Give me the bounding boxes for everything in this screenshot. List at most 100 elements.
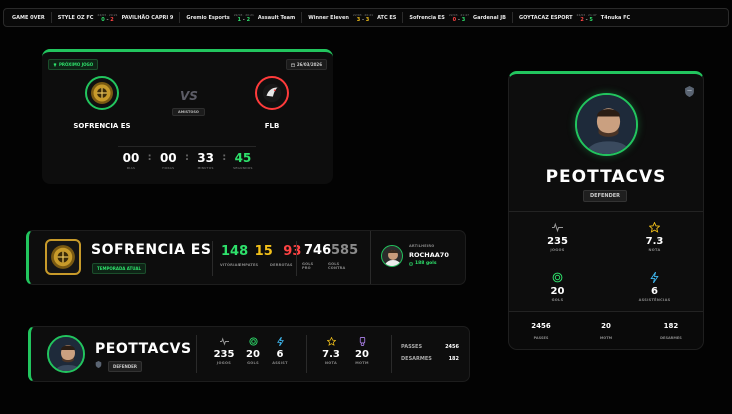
ticker-item[interactable]: Winner Eleven 22/03 · 20:21 3 - 3 ATC ES bbox=[308, 13, 396, 23]
ticker-item[interactable]: STYLE OZ FC 22/03 · 20:21 0 - 2 PAVILHÃO… bbox=[58, 13, 174, 23]
ticker-score-block: 22/03 · 21:47 0 - 3 bbox=[448, 12, 469, 23]
home-team-crest[interactable] bbox=[85, 76, 119, 110]
ticker-item[interactable]: GOYTACAZ ESPORT 22/03 · 21:47 2 - 5 T4nu… bbox=[519, 13, 630, 23]
ticker-home: Gremio Esports bbox=[186, 14, 230, 21]
stat-label: DESARMES bbox=[660, 336, 682, 340]
profile-stat-goals: 20 GOLS bbox=[509, 262, 606, 312]
next-match-card[interactable]: PRÓXIMO JOGO 26/03/2026 SOFRENCIA ES VS … bbox=[42, 49, 333, 184]
wins-label: VITÓRIAS bbox=[220, 263, 241, 267]
player-profile-card[interactable]: PEOTTACVS DEFENDER 235 JOGOS 7.3 NOTA 20… bbox=[508, 71, 704, 350]
stat-assists: 6 ASSIST bbox=[267, 337, 293, 365]
stat-label: ASSISTÊNCIAS bbox=[638, 298, 671, 302]
countdown-label: SEGUNDOS bbox=[233, 166, 253, 170]
ticker-score-block: 22/03 · 20:21 1 - 2 bbox=[233, 12, 254, 23]
wins-value: 148 bbox=[221, 244, 249, 259]
player-summary-bar[interactable]: PEOTTACVS DEFENDER 235 JOGOS 20 GOLS 6 A… bbox=[28, 326, 470, 382]
profile-avatar[interactable] bbox=[575, 93, 638, 156]
match-date-chip: 26/03/2026 bbox=[285, 59, 327, 70]
player-avatar-icon bbox=[49, 337, 83, 371]
activity-icon bbox=[219, 337, 229, 346]
ticker-item[interactable]: Gremio Esports 22/03 · 20:21 1 - 2 Assau… bbox=[186, 13, 295, 23]
passes-row: PASSES 2456 bbox=[401, 344, 459, 350]
stat-value: 7.3 bbox=[645, 236, 664, 247]
player-avatar[interactable] bbox=[47, 335, 85, 373]
medal-icon bbox=[359, 337, 365, 346]
top-scorer-avatar[interactable] bbox=[381, 245, 403, 267]
countdown-separator: : bbox=[184, 152, 189, 163]
stat-rating: 7.3 NOTA bbox=[318, 337, 344, 365]
versus-label: VS bbox=[180, 89, 198, 103]
stat-games: 235 JOGOS bbox=[211, 337, 237, 365]
goals-for-label: GOLS PRÓ bbox=[302, 262, 314, 270]
countdown-label: HORAS bbox=[162, 166, 175, 170]
profile-stats-grid: 235 JOGOS 7.3 NOTA 20 GOLS 6 ASSISTÊNCIA… bbox=[509, 211, 703, 311]
profile-stat-motm: 20 MOTM bbox=[574, 322, 638, 340]
stat-label: JOGOS bbox=[216, 361, 232, 365]
stat-label: MOTM bbox=[599, 336, 613, 340]
ticker-item[interactable]: Sofrencia ES 22/03 · 21:47 0 - 3 Gardena… bbox=[409, 13, 506, 23]
ticker-home: GAME 0VER bbox=[12, 14, 45, 21]
lightning-icon bbox=[650, 272, 659, 283]
tackles-row: DESARMES 182 bbox=[401, 356, 459, 362]
stat-label: ASSIST bbox=[272, 361, 288, 365]
divider bbox=[402, 12, 404, 23]
passes-label: PASSES bbox=[401, 344, 423, 350]
stat-value: 20 bbox=[246, 349, 260, 360]
profile-stat-passes: 2456 PASSES bbox=[509, 322, 573, 340]
ticker-score-block: 22/03 · 21:47 2 - 5 bbox=[576, 12, 597, 23]
player-avatar-icon bbox=[384, 250, 402, 266]
stat-motm: 20 MOTM bbox=[349, 337, 375, 365]
target-icon bbox=[552, 272, 563, 283]
profile-stat-tackles: 182 DESARMES bbox=[639, 322, 703, 340]
divider bbox=[511, 12, 513, 23]
ticker-score-home: 1 bbox=[237, 16, 242, 23]
away-team-crest[interactable] bbox=[255, 76, 289, 110]
ticker-score-home: 2 bbox=[580, 16, 584, 23]
star-icon bbox=[326, 337, 336, 346]
stat-label: JOGOS bbox=[550, 248, 565, 252]
countdown-value: 00 bbox=[122, 151, 140, 165]
ticker-away: PAVILHÃO CAPRI 9 bbox=[121, 14, 174, 21]
club-crest-icon bbox=[262, 83, 282, 103]
star-icon bbox=[649, 222, 660, 233]
profile-role-badge: DEFENDER bbox=[583, 190, 627, 202]
divider bbox=[196, 335, 197, 373]
tackles-value: 182 bbox=[448, 356, 459, 362]
player-name: PEOTTACVS bbox=[95, 341, 192, 357]
stat-label: NOTA bbox=[325, 361, 337, 365]
match-type-badge: AMISTOSO bbox=[172, 108, 205, 116]
profile-stat-rating: 7.3 NOTA bbox=[606, 212, 703, 262]
team-crest[interactable] bbox=[45, 239, 81, 275]
divider bbox=[296, 241, 297, 276]
ticker-item[interactable]: GAME 0VER bbox=[12, 15, 45, 21]
ticker-score-away: 5 bbox=[589, 16, 593, 23]
player-role-badge: DEFENDER bbox=[108, 361, 142, 372]
target-icon bbox=[248, 337, 258, 346]
ticker-score-home: 0 bbox=[452, 16, 457, 23]
countdown-separator: : bbox=[222, 152, 227, 163]
stat-value: 235 bbox=[213, 349, 235, 360]
losses-label: DERROTAS bbox=[270, 263, 293, 267]
match-countdown: 00 DIAS : 00 HORAS : 33 MINUTOS : 45 SEGUNDO… bbox=[118, 146, 256, 174]
target-icon bbox=[409, 261, 413, 266]
profile-stat-assists: 6 ASSISTÊNCIAS bbox=[606, 262, 703, 312]
stat-value: 6 bbox=[651, 286, 658, 297]
ticker-home: Sofrencia ES bbox=[409, 14, 445, 21]
team-summary-bar[interactable]: SOFRENCIA ES TEMPORADA ATUAL 148 15 93 V… bbox=[26, 230, 466, 285]
divider bbox=[306, 335, 307, 373]
away-team-name: FLB bbox=[264, 122, 280, 130]
stat-value: 235 bbox=[547, 236, 568, 247]
stat-value: 182 bbox=[663, 322, 679, 330]
results-ticker: GAME 0VER STYLE OZ FC 22/03 · 20:21 0 - … bbox=[3, 8, 729, 27]
countdown-seconds: 45 SEGUNDOS bbox=[230, 151, 256, 170]
ticker-score-away: 2 bbox=[110, 16, 114, 23]
top-scorer-name: ROCHAA70 bbox=[409, 251, 449, 259]
next-match-chip: PRÓXIMO JOGO bbox=[48, 59, 99, 70]
countdown-separator: : bbox=[147, 152, 152, 163]
countdown-days: 00 DIAS bbox=[118, 151, 144, 170]
next-match-label: PRÓXIMO JOGO bbox=[59, 62, 94, 67]
stat-value: 20 bbox=[355, 349, 369, 360]
stat-label: MOTM bbox=[355, 361, 369, 365]
tackles-label: DESARMES bbox=[401, 356, 432, 362]
season-badge[interactable]: TEMPORADA ATUAL bbox=[92, 263, 147, 274]
